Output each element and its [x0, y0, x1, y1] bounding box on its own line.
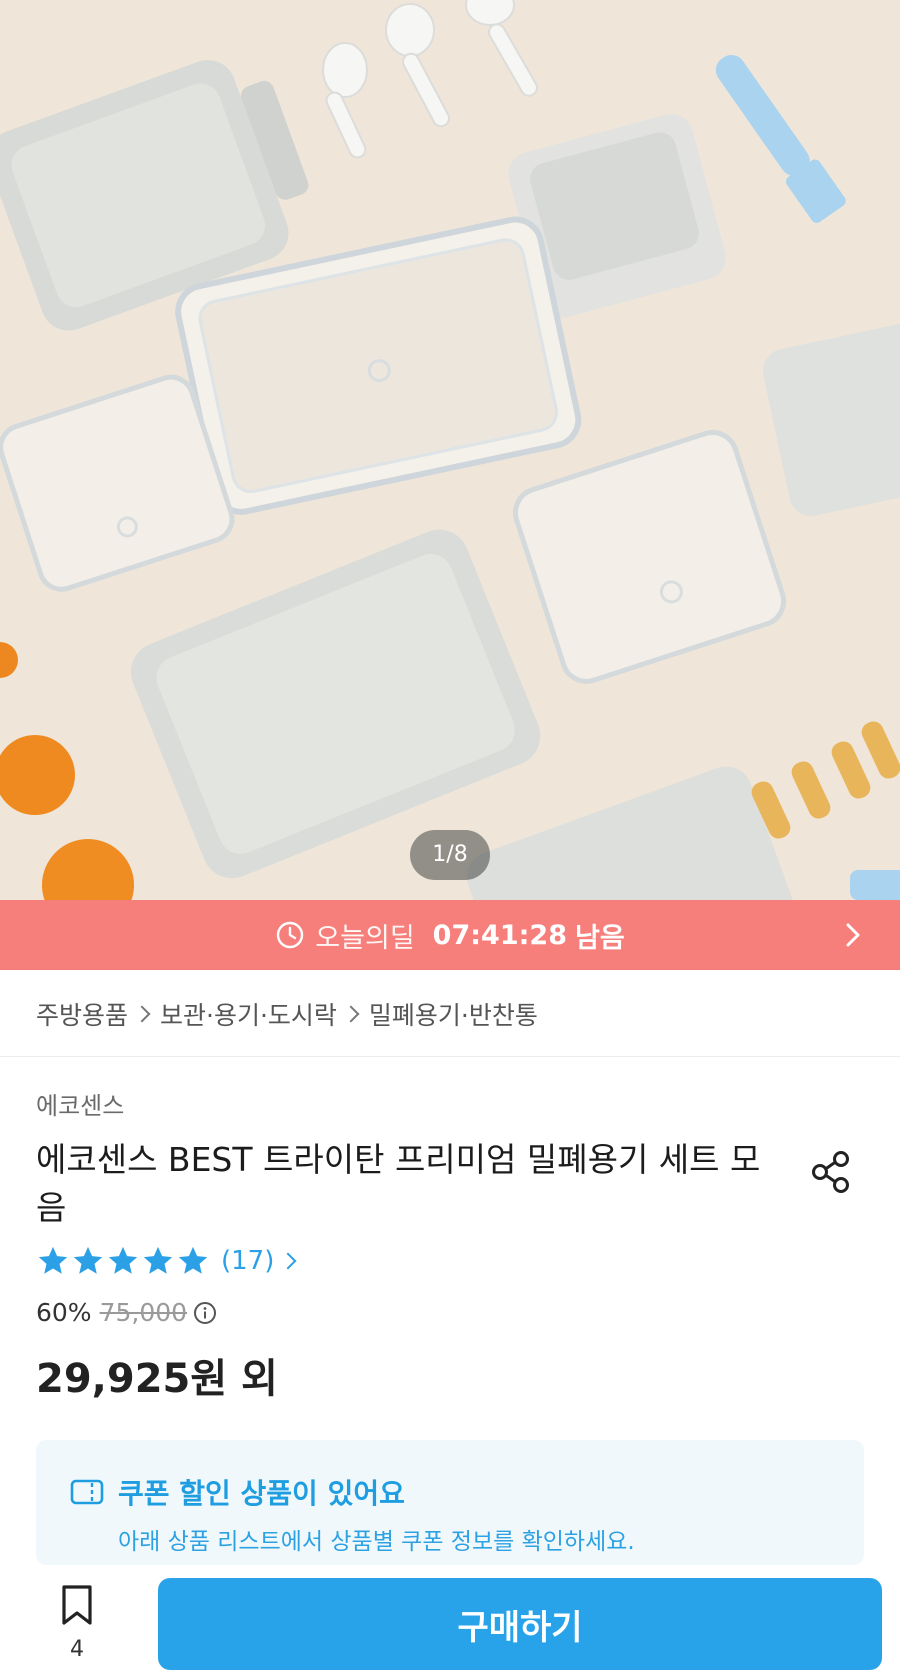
breadcrumb-item[interactable]: 주방용품	[36, 996, 128, 1032]
image-counter: 1/8	[410, 830, 490, 880]
bottom-action-bar: 4 구매하기	[0, 1565, 900, 1675]
product-photo	[0, 0, 900, 900]
review-count[interactable]: (17)	[221, 1246, 274, 1276]
breadcrumb-item[interactable]: 보관·용기·도시락	[160, 996, 337, 1032]
star-icon	[178, 1246, 208, 1274]
deal-countdown: 07:41:28	[432, 919, 567, 951]
discount-row: 60% 75,000	[36, 1298, 217, 1327]
star-icon	[38, 1246, 68, 1274]
rating-row[interactable]: (17)	[36, 1244, 297, 1278]
deal-remaining-suffix: 남음	[575, 922, 625, 954]
bookmark-icon[interactable]	[56, 1583, 98, 1627]
chevron-right-icon	[279, 1252, 297, 1270]
clock-icon	[277, 921, 304, 949]
brand-name[interactable]: 에코센스	[36, 1086, 124, 1121]
product-title: 에코센스 BEST 트라이탄 프리미엄 밀폐용기 세트 모음	[36, 1140, 761, 1227]
star-rating	[36, 1244, 211, 1278]
chevron-right-icon[interactable]	[840, 922, 866, 948]
star-icon	[73, 1246, 103, 1274]
section-divider	[0, 1056, 900, 1057]
share-icon[interactable]	[810, 1150, 852, 1194]
deal-label: 오늘의딜	[315, 922, 415, 954]
coupon-icon	[70, 1479, 104, 1505]
info-icon[interactable]	[193, 1301, 217, 1325]
bookmark-count: 4	[70, 1637, 84, 1662]
buy-button[interactable]: 구매하기	[158, 1578, 882, 1670]
today-deal-banner[interactable]: 오늘의딜 07:41:28 남음	[0, 900, 900, 970]
discount-rate: 60%	[36, 1298, 92, 1327]
product-image[interactable]: 1/8	[0, 0, 900, 900]
breadcrumb-separator-icon	[342, 1005, 360, 1023]
star-icon	[108, 1246, 138, 1274]
star-icon	[143, 1246, 173, 1274]
coupon-notice: 쿠폰 할인 상품이 있어요 아래 상품 리스트에서 상품별 쿠폰 정보를 확인하…	[36, 1440, 864, 1565]
coupon-description: 아래 상품 리스트에서 상품별 쿠폰 정보를 확인하세요.	[118, 1529, 635, 1555]
sale-price: 29,925원 외	[36, 1356, 278, 1402]
breadcrumb-item[interactable]: 밀폐용기·반찬통	[369, 996, 538, 1032]
breadcrumb: 주방용품 보관·용기·도시락 밀폐용기·반찬통	[36, 994, 538, 1034]
original-price: 75,000	[99, 1298, 188, 1327]
breadcrumb-separator-icon	[133, 1005, 151, 1023]
coupon-title: 쿠폰 할인 상품이 있어요	[118, 1477, 405, 1510]
